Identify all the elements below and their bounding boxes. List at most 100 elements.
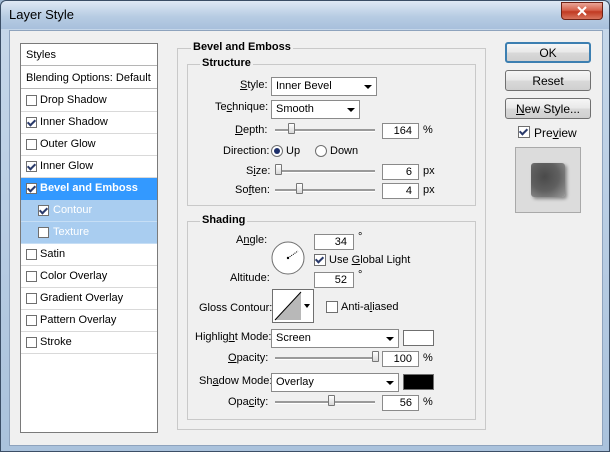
gloss-contour-picker[interactable] <box>272 289 314 323</box>
highlight-opacity-thumb[interactable] <box>372 351 379 362</box>
ok-button[interactable]: OK <box>505 42 591 63</box>
soften-input[interactable]: 4 <box>382 183 419 199</box>
technique-select-value: Smooth <box>276 103 314 115</box>
depth-slider-thumb[interactable] <box>288 123 295 134</box>
shadow-opacity-unit: % <box>423 396 433 408</box>
bevel-emboss-title: Bevel and Emboss <box>191 41 293 53</box>
preview-swatch <box>531 163 565 197</box>
direction-up-label: Up <box>286 145 301 157</box>
style-item-gradient-overlay[interactable]: Gradient Overlay <box>21 288 157 310</box>
angle-input[interactable]: 34 <box>314 234 354 250</box>
size-slider-thumb[interactable] <box>275 164 282 175</box>
style-item-stroke[interactable]: Stroke <box>21 332 157 354</box>
style-item-checkbox[interactable] <box>38 227 49 238</box>
size-input[interactable]: 6 <box>382 164 419 180</box>
altitude-label: Altitude: <box>230 272 270 284</box>
chevron-down-icon <box>364 85 372 89</box>
close-icon <box>577 6 587 16</box>
style-item-bevel-and-emboss[interactable]: Bevel and Emboss <box>21 178 157 200</box>
style-item-checkbox[interactable] <box>26 161 37 172</box>
title-bar[interactable]: Layer Style <box>1 1 609 29</box>
direction-label: Direction: <box>223 145 270 157</box>
styles-header[interactable]: Styles <box>21 44 157 66</box>
style-select[interactable]: Inner Bevel <box>271 77 377 96</box>
highlight-opacity-input[interactable]: 100 <box>382 351 419 367</box>
global-light-checkbox[interactable] <box>314 254 326 266</box>
altitude-unit: ° <box>358 269 363 281</box>
close-button[interactable] <box>561 2 603 20</box>
direction-down-label: Down <box>330 145 359 157</box>
highlight-opacity-track[interactable] <box>275 357 375 360</box>
shadow-opacity-input[interactable]: 56 <box>382 395 419 411</box>
style-item-inner-shadow[interactable]: Inner Shadow <box>21 112 157 134</box>
preview-checkbox[interactable] <box>518 126 530 138</box>
style-item-satin[interactable]: Satin <box>21 244 157 266</box>
altitude-input[interactable]: 52 <box>314 272 354 288</box>
style-item-label: Gradient Overlay <box>40 292 124 304</box>
soften-slider-thumb[interactable] <box>296 183 303 194</box>
style-item-drop-shadow[interactable]: Drop Shadow <box>21 90 157 112</box>
depth-input[interactable]: 164 <box>382 123 419 139</box>
style-item-label: Drop Shadow <box>40 94 107 106</box>
style-item-checkbox[interactable] <box>26 271 37 282</box>
style-item-outer-glow[interactable]: Outer Glow <box>21 134 157 156</box>
contour-curve-icon <box>274 291 302 321</box>
gloss-contour-label: Gloss Contour: <box>199 302 273 314</box>
anti-aliased-checkbox[interactable] <box>326 301 338 313</box>
style-item-inner-glow[interactable]: Inner Glow <box>21 156 157 178</box>
size-slider-track[interactable] <box>275 170 375 173</box>
shadow-color-swatch[interactable] <box>403 374 434 390</box>
style-item-checkbox[interactable] <box>26 139 37 150</box>
style-item-checkbox[interactable] <box>26 337 37 348</box>
direction-up-radio[interactable] <box>271 145 283 157</box>
new-style-button[interactable]: New Style... <box>505 98 591 119</box>
style-item-contour[interactable]: Contour <box>21 200 157 222</box>
shading-title: Shading <box>200 214 248 226</box>
style-item-checkbox[interactable] <box>26 117 37 128</box>
angle-dial[interactable] <box>271 241 305 275</box>
style-select-value: Inner Bevel <box>276 80 332 92</box>
technique-label: Technique: <box>215 101 269 113</box>
size-label: Size: <box>246 165 271 177</box>
blending-options-item[interactable]: Blending Options: Default <box>21 67 157 89</box>
style-item-label: Color Overlay <box>40 270 108 282</box>
style-item-label: Inner Glow <box>40 160 94 172</box>
style-item-checkbox[interactable] <box>26 315 37 326</box>
style-item-checkbox[interactable] <box>26 249 37 260</box>
technique-select[interactable]: Smooth <box>271 100 360 119</box>
angle-dial-icon <box>271 241 305 275</box>
direction-down-radio[interactable] <box>315 145 327 157</box>
shadow-mode-label: Shadow Mode: <box>199 375 273 387</box>
soften-slider-track[interactable] <box>275 189 375 192</box>
blending-options-label: Blending Options: Default <box>26 72 151 84</box>
style-item-label: Inner Shadow <box>40 116 108 128</box>
shadow-opacity-track[interactable] <box>275 401 375 404</box>
style-item-checkbox[interactable] <box>38 205 49 216</box>
highlight-color-swatch[interactable] <box>403 330 434 346</box>
shadow-opacity-label: Opacity: <box>228 396 269 408</box>
angle-label: Angle: <box>236 234 268 246</box>
preview-label: Preview <box>534 126 577 140</box>
highlight-mode-label: Highlight Mode: <box>195 331 272 343</box>
shadow-opacity-thumb[interactable] <box>328 395 335 406</box>
window-title: Layer Style <box>9 7 75 22</box>
soften-label: Soften: <box>235 184 270 196</box>
style-item-checkbox[interactable] <box>26 183 37 194</box>
reset-button[interactable]: Reset <box>505 70 591 91</box>
shadow-mode-select[interactable]: Overlay <box>271 373 399 392</box>
highlight-mode-select[interactable]: Screen <box>271 329 399 348</box>
chevron-down-icon <box>386 381 394 385</box>
highlight-opacity-label: Opacity: <box>228 352 269 364</box>
style-item-checkbox[interactable] <box>26 293 37 304</box>
style-item-texture[interactable]: Texture <box>21 222 157 244</box>
depth-label: Depth: <box>235 124 268 136</box>
global-light-label: Use Global Light <box>329 254 411 266</box>
styles-list: Styles Blending Options: Default Drop Sh… <box>20 43 158 433</box>
style-label: Style: <box>240 79 268 91</box>
style-item-label: Contour <box>53 204 93 216</box>
depth-unit: % <box>423 124 433 136</box>
layer-style-dialog: Layer Style Styles Blending Options: Def… <box>0 0 610 452</box>
style-item-color-overlay[interactable]: Color Overlay <box>21 266 157 288</box>
style-item-checkbox[interactable] <box>26 95 37 106</box>
style-item-pattern-overlay[interactable]: Pattern Overlay <box>21 310 157 332</box>
